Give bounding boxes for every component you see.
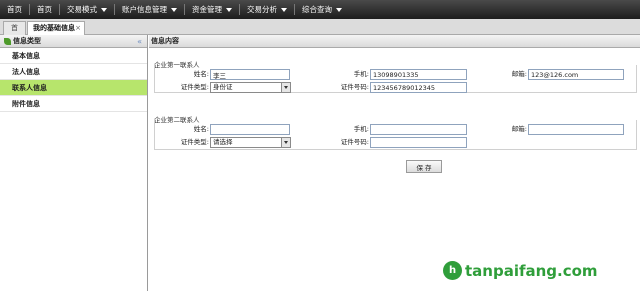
contact1-name-input[interactable] bbox=[210, 69, 290, 80]
nav-label: 资金管理 bbox=[192, 5, 222, 14]
contact1-phone-label: 手机: bbox=[353, 70, 369, 78]
main-panel: 信息内容 企业第一联系人 姓名: 手机: 邮箱: 证件类型: 身份证 证件号码:… bbox=[149, 35, 640, 291]
caret-down-icon bbox=[336, 8, 342, 12]
nav-item-trade-mode[interactable]: 交易模式 bbox=[60, 0, 114, 19]
contact1-email-label: 邮箱: bbox=[511, 70, 527, 78]
leaf-icon bbox=[4, 38, 11, 45]
contact2-name-input[interactable] bbox=[210, 124, 290, 135]
main-panel-title: 信息内容 bbox=[151, 37, 179, 45]
contact2-idno-label: 证件号码: bbox=[340, 138, 369, 146]
logo-icon: h bbox=[443, 261, 462, 280]
tab-basic-info[interactable]: 我的基础信息 × bbox=[27, 21, 85, 36]
sidebar-item-label: 基本信息 bbox=[12, 52, 40, 60]
watermark-text: tanpaifang.com bbox=[465, 261, 598, 280]
contact2-email-label: 邮箱: bbox=[511, 125, 527, 133]
collapse-icon[interactable]: « bbox=[137, 35, 142, 48]
nav-label: 交易模式 bbox=[67, 5, 97, 14]
nav-label: 交易分析 bbox=[247, 5, 277, 14]
contact1-phone-input[interactable] bbox=[370, 69, 467, 80]
nav-label: 首页 bbox=[7, 5, 22, 14]
sidebar-item-label: 联系人信息 bbox=[12, 84, 47, 92]
tab-strip: 首页 我的基础信息 × bbox=[0, 19, 640, 45]
sidebar-title: 信息类型 bbox=[13, 37, 41, 45]
nav-item-query[interactable]: 综合查询 bbox=[295, 0, 349, 19]
caret-down-icon bbox=[226, 8, 232, 12]
app-window: 首页 首页 交易模式 账户信息管理 资金管理 交易分析 综合查询 首页 我的基础… bbox=[0, 0, 640, 291]
sidebar-item-label: 附件信息 bbox=[12, 100, 40, 108]
watermark-logo: h tanpaifang.com bbox=[443, 261, 598, 280]
contact1-idno-label: 证件号码: bbox=[340, 83, 369, 91]
sidebar-header: 信息类型 « bbox=[0, 35, 147, 48]
dropdown-arrow-icon bbox=[281, 83, 290, 92]
nav-label: 账户信息管理 bbox=[122, 5, 167, 14]
contact2-phone-label: 手机: bbox=[353, 125, 369, 133]
sidebar-item-attachments[interactable]: 附件信息 bbox=[0, 96, 147, 112]
select-value: 身份证 bbox=[213, 83, 233, 91]
sidebar-item-legal-person[interactable]: 法人信息 bbox=[0, 64, 147, 80]
main-panel-header: 信息内容 bbox=[149, 35, 640, 48]
contact1-idtype-label: 证件类型: bbox=[180, 83, 209, 91]
contact2-idno-input[interactable] bbox=[370, 137, 467, 148]
save-button[interactable]: 保 存 bbox=[406, 160, 442, 173]
select-value: 请选择 bbox=[213, 138, 233, 146]
close-icon[interactable]: × bbox=[75, 22, 81, 35]
nav-label: 首页 bbox=[37, 5, 52, 14]
contact2-name-label: 姓名: bbox=[193, 125, 209, 133]
caret-down-icon bbox=[281, 8, 287, 12]
sidebar-item-label: 法人信息 bbox=[12, 68, 40, 76]
contact2-email-input[interactable] bbox=[528, 124, 624, 135]
nav-item-funds[interactable]: 资金管理 bbox=[185, 0, 239, 19]
caret-down-icon bbox=[171, 8, 177, 12]
contact2-phone-input[interactable] bbox=[370, 124, 467, 135]
nav-item-account-info[interactable]: 账户信息管理 bbox=[115, 0, 184, 19]
nav-item-home-1[interactable]: 首页 bbox=[0, 0, 29, 19]
contact1-name-label: 姓名: bbox=[193, 70, 209, 78]
contact1-idtype-select[interactable]: 身份证 bbox=[210, 82, 291, 93]
contact2-idtype-select[interactable]: 请选择 bbox=[210, 137, 291, 148]
tab-label: 我的基础信息 bbox=[33, 24, 75, 32]
top-nav-bar: 首页 首页 交易模式 账户信息管理 资金管理 交易分析 综合查询 bbox=[0, 0, 640, 19]
contact1-idno-input[interactable] bbox=[370, 82, 467, 93]
sidebar-item-contacts[interactable]: 联系人信息 bbox=[0, 80, 147, 96]
nav-item-trade-analysis[interactable]: 交易分析 bbox=[240, 0, 294, 19]
contact2-idtype-label: 证件类型: bbox=[180, 138, 209, 146]
dropdown-arrow-icon bbox=[281, 138, 290, 147]
nav-item-home-2[interactable]: 首页 bbox=[30, 0, 59, 19]
sidebar-item-basic-info[interactable]: 基本信息 bbox=[0, 48, 147, 64]
sidebar: 信息类型 « 基本信息 法人信息 联系人信息 附件信息 bbox=[0, 35, 148, 291]
caret-down-icon bbox=[101, 8, 107, 12]
contact1-email-input[interactable] bbox=[528, 69, 624, 80]
nav-label: 综合查询 bbox=[302, 5, 332, 14]
tab-home[interactable]: 首页 bbox=[3, 21, 26, 45]
